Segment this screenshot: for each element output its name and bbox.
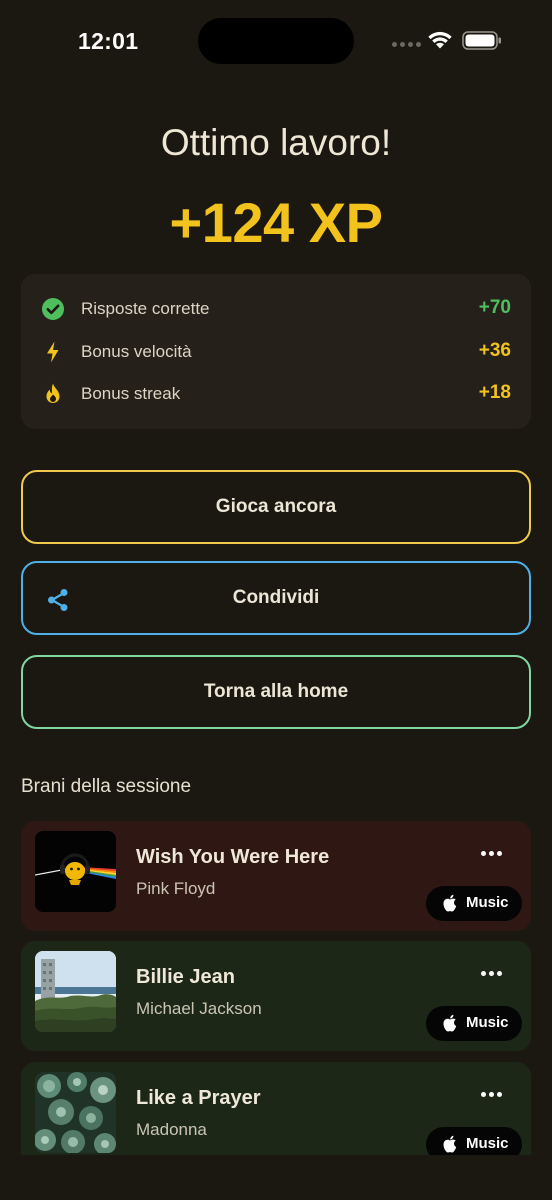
song-card[interactable]: Wish You Were Here Pink Floyd Music: [21, 821, 531, 931]
song-card[interactable]: Like a Prayer Madonna Music: [21, 1062, 531, 1155]
breakdown-value: +70: [478, 297, 511, 318]
more-options-icon[interactable]: [471, 1080, 511, 1110]
wifi-icon: [428, 31, 452, 49]
breakdown-label: Risposte corrette: [81, 299, 210, 318]
share-button[interactable]: Condividi: [21, 561, 531, 635]
quiz-results-screen: 12:01 Ottimo lavoro! +124 XP Risposte co…: [0, 0, 552, 1200]
breakdown-label: Bonus streak: [81, 384, 181, 403]
check-circle-icon: [42, 298, 64, 320]
music-service-label: Music: [466, 1014, 509, 1031]
status-time: 12:01: [78, 28, 139, 54]
more-options-icon[interactable]: [471, 839, 511, 869]
song-artist: Madonna: [136, 1120, 207, 1139]
dynamic-island: [198, 18, 354, 64]
cellular-signal-icon: [392, 42, 422, 48]
music-service-label: Music: [466, 1135, 509, 1152]
breakdown-row-speed-bonus: Bonus velocità +36: [21, 337, 531, 367]
apple-music-button[interactable]: Music: [426, 886, 522, 921]
apple-logo-icon: [443, 894, 457, 912]
apple-music-button[interactable]: Music: [426, 1006, 522, 1041]
breakdown-label: Bonus velocità: [81, 342, 192, 361]
flame-icon: [46, 383, 60, 403]
song-title: Wish You Were Here: [136, 846, 330, 868]
songs-list: Wish You Were Here Pink Floyd Music Bill…: [0, 815, 552, 1155]
breakdown-row-streak-bonus: Bonus streak +18: [21, 379, 531, 409]
battery-icon: [462, 31, 501, 50]
album-art-succulents: [35, 1072, 116, 1153]
more-options-icon[interactable]: [471, 959, 511, 989]
lightning-icon: [47, 341, 59, 363]
status-bar: 12:01: [0, 0, 552, 84]
song-card[interactable]: Billie Jean Michael Jackson Music: [21, 941, 531, 1051]
breakdown-value: +18: [478, 382, 511, 403]
song-artist: Michael Jackson: [136, 999, 262, 1018]
xp-breakdown-card: Risposte corrette +70 Bonus velocità +36…: [21, 274, 531, 429]
play-again-button[interactable]: Gioca ancora: [21, 470, 531, 544]
play-again-label: Gioca ancora: [215, 496, 337, 517]
song-title: Billie Jean: [136, 966, 235, 988]
songs-section-title: Brani della sessione: [21, 776, 192, 797]
page-title: Ottimo lavoro!: [160, 122, 392, 163]
share-label: Condividi: [232, 587, 320, 608]
music-service-label: Music: [466, 894, 509, 911]
song-title: Like a Prayer: [136, 1087, 261, 1109]
back-home-label: Torna alla home: [203, 681, 349, 702]
album-art-prism: [35, 831, 116, 912]
song-artist: Pink Floyd: [136, 879, 216, 898]
breakdown-row-correct-answers: Risposte corrette +70: [21, 294, 531, 324]
album-art-skyline: [35, 951, 116, 1032]
breakdown-value: +36: [478, 340, 511, 361]
xp-total: +124 XP: [169, 191, 383, 254]
apple-music-button[interactable]: Music: [426, 1127, 522, 1155]
apple-logo-icon: [443, 1135, 457, 1153]
back-home-button[interactable]: Torna alla home: [21, 655, 531, 729]
apple-logo-icon: [443, 1014, 457, 1032]
